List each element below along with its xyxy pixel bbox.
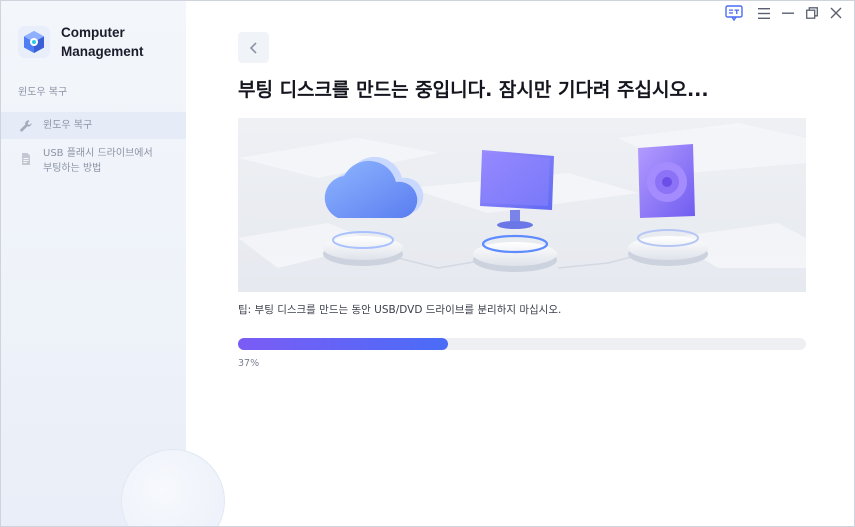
illustration-graphic — [238, 123, 806, 272]
sidebar-item-label: 윈도우 복구 — [43, 120, 93, 131]
back-button[interactable] — [238, 32, 269, 63]
document-icon — [22, 153, 30, 165]
minimize-button[interactable] — [780, 5, 796, 21]
restore-button[interactable] — [804, 5, 820, 21]
sidebar-section-title: 윈도우 복구 — [18, 87, 68, 98]
close-button[interactable] — [828, 5, 844, 21]
sidebar: Computer Management 윈도우 복구 윈도우 복구 USB 플래… — [1, 1, 225, 526]
decorative-circle — [121, 449, 225, 526]
menu-button[interactable] — [756, 5, 772, 21]
sidebar-item-windows-repair[interactable]: 윈도우 복구 — [1, 112, 186, 139]
app-window: Computer Management 윈도우 복구 윈도우 복구 USB 플래… — [0, 0, 855, 527]
minimize-icon — [782, 12, 794, 14]
chevron-left-icon — [249, 41, 257, 54]
app-logo-icon — [18, 26, 50, 58]
sidebar-item-usb-boot-guide[interactable]: USB 플래시 드라이브에서 부팅하는 방법 — [1, 146, 186, 180]
tip-text: 팁: 부팅 디스크를 만드는 동안 USB/DVD 드라이브를 분리하지 마십시… — [238, 304, 562, 316]
page-title: 부팅 디스크를 만드는 중입니다. 잠시만 기다려 주십시오... — [238, 79, 709, 101]
wrench-icon — [20, 119, 32, 132]
brand: Computer Management — [17, 23, 161, 61]
restore-icon — [806, 7, 818, 19]
app-name: Computer Management — [61, 25, 144, 59]
close-icon — [830, 7, 842, 19]
progress-bar — [238, 338, 806, 350]
feedback-icon — [725, 5, 743, 21]
feedback-button[interactable] — [724, 5, 744, 21]
progress-percent: 37% — [238, 358, 260, 369]
boot-disk-illustration — [238, 118, 806, 292]
sidebar-item-label: USB 플래시 드라이브에서 부팅하는 방법 — [43, 148, 153, 174]
menu-icon — [758, 7, 770, 19]
progress-fill — [238, 338, 449, 350]
